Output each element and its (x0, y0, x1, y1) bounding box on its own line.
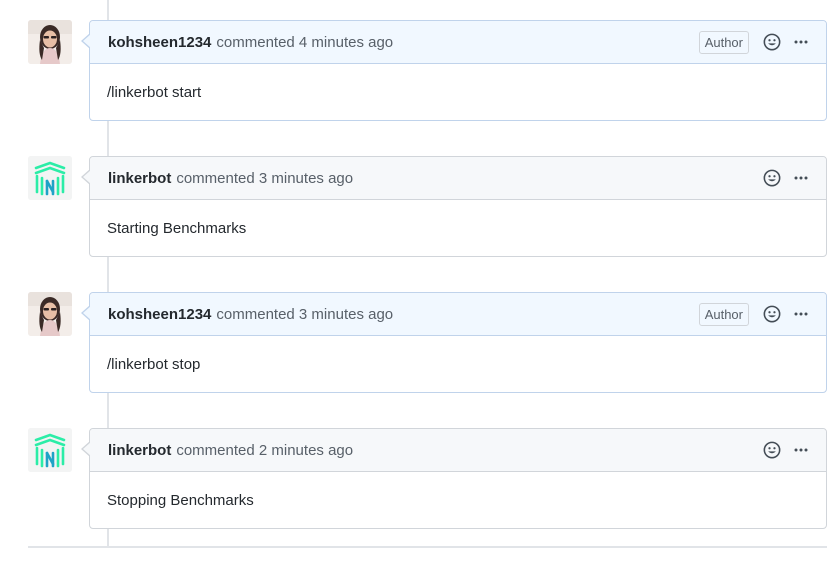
comment-header: kohsheen1234 commented 4 minutes ago Aut… (90, 21, 826, 64)
comment-timestamp[interactable]: commented 4 minutes ago (216, 34, 393, 51)
comment-author-link[interactable]: linkerbot (108, 442, 171, 459)
comment-box: linkerbot commented 2 minutes ago Stoppi… (81, 428, 827, 529)
avatar[interactable] (28, 20, 72, 64)
comment-actions (761, 157, 812, 199)
kebab-horizontal-icon[interactable] (790, 439, 812, 461)
smiley-icon[interactable] (761, 167, 783, 189)
comment-actions (761, 429, 812, 471)
comment-body: /linkerbot start (107, 83, 202, 101)
comment-header: linkerbot commented 2 minutes ago (90, 429, 826, 472)
kebab-horizontal-icon[interactable] (790, 167, 812, 189)
comment-author-link[interactable]: linkerbot (108, 170, 171, 187)
smiley-icon[interactable] (761, 31, 783, 53)
avatar[interactable] (28, 156, 72, 200)
comment-body: /linkerbot stop (107, 355, 201, 373)
comment-body: Starting Benchmarks (107, 219, 247, 237)
comment-actions: Author (698, 21, 812, 63)
comment-timestamp[interactable]: commented 2 minutes ago (176, 442, 353, 459)
avatar[interactable] (28, 292, 72, 336)
comment-box: linkerbot commented 3 minutes ago Starti… (81, 156, 827, 257)
smiley-icon[interactable] (761, 303, 783, 325)
comment-header: linkerbot commented 3 minutes ago (90, 157, 826, 200)
comment-timestamp[interactable]: commented 3 minutes ago (176, 170, 353, 187)
kebab-horizontal-icon[interactable] (790, 31, 812, 53)
comment-author-link[interactable]: kohsheen1234 (108, 306, 211, 323)
kebab-horizontal-icon[interactable] (790, 303, 812, 325)
avatar[interactable] (28, 428, 72, 472)
comment-actions: Author (698, 293, 812, 335)
portrait-photo-avatar-icon (28, 292, 72, 336)
comment-body: Stopping Benchmarks (107, 491, 254, 509)
portrait-photo-avatar-icon (28, 20, 72, 64)
author-badge: Author (698, 30, 749, 54)
linkerd-logo-avatar-icon (28, 156, 72, 200)
comment-header: kohsheen1234 commented 3 minutes ago Aut… (90, 293, 826, 336)
comment-timestamp[interactable]: commented 3 minutes ago (216, 306, 393, 323)
comment-author-link[interactable]: kohsheen1234 (108, 34, 211, 51)
timeline-divider (28, 546, 827, 548)
linkerd-logo-avatar-icon (28, 428, 72, 472)
smiley-icon[interactable] (761, 439, 783, 461)
comment-box: kohsheen1234 commented 4 minutes ago Aut… (81, 20, 827, 121)
comment-box: kohsheen1234 commented 3 minutes ago Aut… (81, 292, 827, 393)
author-badge: Author (698, 302, 749, 326)
